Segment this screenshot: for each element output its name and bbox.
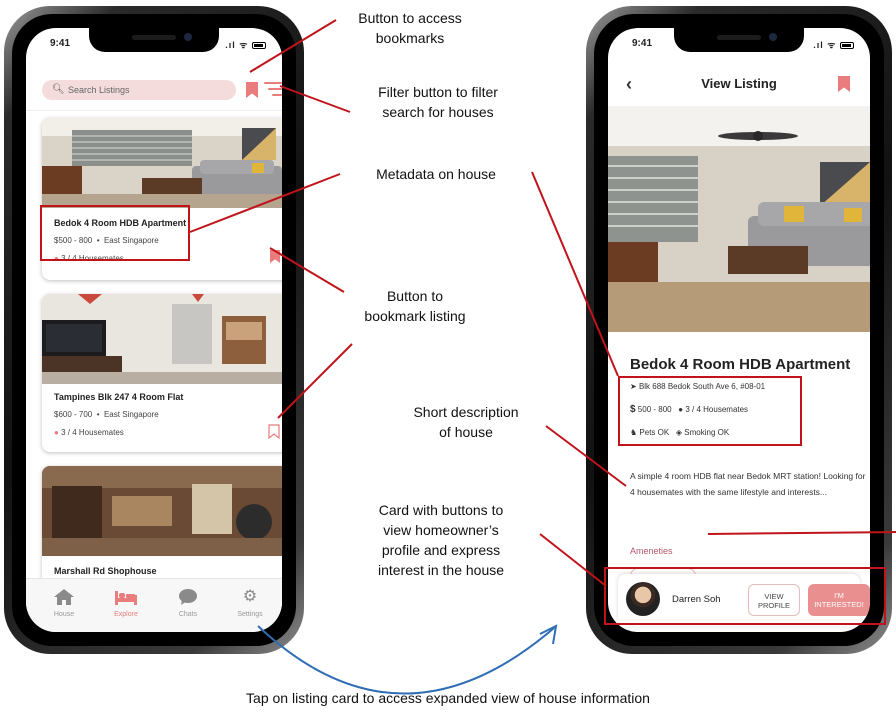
bookmark-filled-icon	[246, 82, 258, 98]
annotation-short-description: Short description of house	[386, 402, 546, 442]
status-time: 9:41	[50, 38, 71, 49]
annotation-line: interest in the house	[377, 562, 505, 578]
listing-region: East Singapore	[103, 410, 159, 419]
page-title: View Listing	[701, 76, 777, 91]
bookmark-filled-icon	[838, 76, 850, 92]
signal-wifi-battery-icon: .ıl ᯤ	[813, 38, 854, 51]
person-icon: ●	[54, 428, 59, 437]
tab-chats[interactable]: Chats	[160, 589, 216, 618]
bookmark-listing-button[interactable]	[270, 250, 280, 263]
tab-label: House	[53, 611, 75, 618]
annotation-line: view homeowner’s	[383, 522, 499, 538]
left-phone-frame: 9:41 .ıl ᯤ 🔍︎ Search Listings Bedok 4 Ro…	[4, 6, 304, 654]
listing-price-region: $600 - 700 • East Singapore	[54, 410, 159, 419]
annotation-line: Button to access	[358, 10, 462, 26]
search-input[interactable]: 🔍︎ Search Listings	[42, 80, 236, 100]
status-time: 9:41	[632, 38, 653, 49]
search-icon: 🔍︎	[52, 84, 65, 95]
tab-house[interactable]: House	[36, 589, 92, 618]
tab-explore[interactable]: Explore	[98, 589, 154, 618]
tab-label: Chats	[178, 611, 198, 618]
phone-notch	[674, 28, 804, 52]
gear-icon: ⚙	[242, 588, 258, 605]
annotation-line: Metadata on house	[376, 166, 496, 182]
annotation-line: of house	[439, 424, 493, 440]
right-phone-frame: 9:41 .ıl ᯤ ‹ View Listing Bedok 4 Room H…	[586, 6, 892, 654]
metadata-highlight-box	[40, 205, 190, 261]
phone-notch	[89, 28, 219, 52]
listing-photo	[608, 106, 870, 332]
bed-icon	[98, 589, 154, 605]
bookmarks-button[interactable]	[246, 82, 258, 98]
metadata-highlight-box	[618, 376, 802, 446]
annotation-bookmarks-button: Button to access bookmarks	[330, 8, 490, 48]
annotation-line: bookmarks	[375, 30, 445, 46]
annotation-line: Short description	[413, 404, 519, 420]
listing-description: A simple 4 room HDB flat near Bedok MRT …	[630, 471, 866, 497]
housemates-count: 3 / 4 Housemates	[61, 428, 124, 437]
tab-label: Explore	[114, 611, 138, 618]
annotation-bookmark-listing: Button to bookmark listing	[340, 286, 490, 326]
bottom-tab-bar: House Explore Chats ⚙ Settings	[26, 578, 282, 632]
tab-label: Settings	[237, 611, 263, 618]
listing-title: Tampines Blk 247 4 Room Flat	[54, 392, 184, 402]
listing-photo	[42, 294, 282, 384]
annotation-metadata: Metadata on house	[344, 164, 528, 184]
listing-card[interactable]: Tampines Blk 247 4 Room Flat $600 - 700 …	[42, 294, 282, 452]
annotation-line: Button to	[386, 288, 444, 304]
owner-card-highlight-box	[604, 567, 886, 625]
amenities-heading: Ameneties	[630, 546, 673, 556]
annotation-filter-button: Filter button to filter search for house…	[348, 82, 528, 122]
home-icon	[36, 589, 92, 605]
listing-housemates: ● 3 / 4 Housemates	[54, 428, 124, 437]
annotation-owner-card: Card with buttons to view homeowner’s pr…	[346, 500, 536, 580]
tab-settings[interactable]: ⚙ Settings	[222, 588, 278, 619]
annotation-line: profile and express	[381, 542, 501, 558]
filter-button[interactable]	[264, 82, 282, 98]
divider	[26, 110, 282, 111]
annotation-line: Card with buttons to	[378, 502, 504, 518]
bookmark-outline-icon	[268, 424, 280, 439]
bookmark-listing-button[interactable]	[268, 424, 280, 439]
listing-price: $600 - 700	[54, 410, 93, 419]
annotation-line: Filter button to filter	[378, 84, 498, 100]
listing-title: Marshall Rd Shophouse	[54, 566, 157, 576]
signal-wifi-battery-icon: .ıl ᯤ	[225, 38, 266, 51]
listing-title: Bedok 4 Room HDB Apartment	[630, 356, 851, 373]
chat-bubble-icon	[160, 589, 216, 605]
annotation-line: bookmark listing	[364, 308, 466, 324]
listing-photo	[42, 466, 282, 556]
listing-photo	[42, 118, 282, 208]
diagram-caption: Tap on listing card to access expanded v…	[246, 690, 650, 706]
bookmark-filled-icon	[270, 250, 280, 263]
explore-screen: 9:41 .ıl ᯤ 🔍︎ Search Listings Bedok 4 Ro…	[26, 28, 282, 632]
annotation-line: search for houses	[382, 104, 494, 120]
bookmark-listing-button[interactable]	[838, 76, 850, 92]
search-placeholder: Search Listings	[68, 85, 130, 95]
view-listing-screen: 9:41 .ıl ᯤ ‹ View Listing Bedok 4 Room H…	[608, 28, 870, 632]
